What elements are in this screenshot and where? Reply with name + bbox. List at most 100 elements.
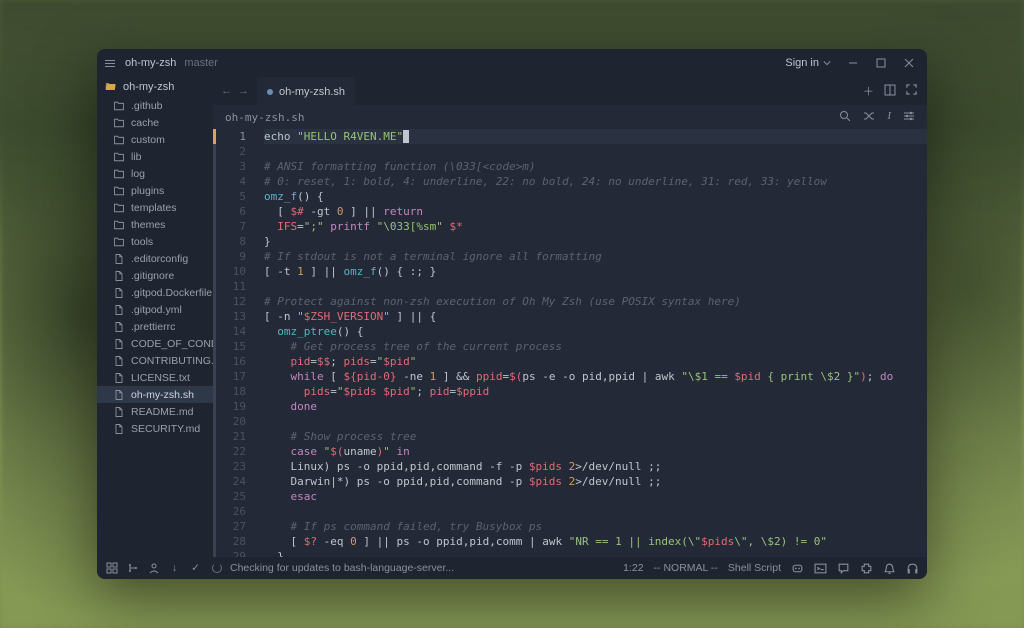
file-tree-item[interactable]: .editorconfig [97,250,213,267]
chat-icon[interactable] [837,562,850,575]
folder-icon [113,100,125,112]
minimize-button[interactable] [841,51,865,75]
file-tree-label: tools [131,236,153,248]
editor-area: ← → oh-my-zsh.sh ＋ oh-my-zsh.sh [213,77,927,557]
file-tree-label: CODE_OF_CONDUCT.m [131,338,213,350]
status-message: Checking for updates to bash-language-se… [230,562,454,574]
file-tree-label: .gitignore [131,270,174,282]
file-tree-label: cache [131,117,159,129]
close-button[interactable] [897,51,921,75]
file-type[interactable]: Shell Script [728,562,781,574]
file-tree-label: templates [131,202,177,214]
file-tree-item[interactable]: .gitpod.Dockerfile [97,284,213,301]
file-icon [113,355,125,367]
file-tree-label: oh-my-zsh.sh [131,389,194,401]
tab-bar: ← → oh-my-zsh.sh ＋ [213,77,927,105]
vim-mode: -- NORMAL -- [654,562,718,574]
folder-icon [113,219,125,231]
file-icon [113,287,125,299]
file-icon [113,270,125,282]
file-tree-item[interactable]: tools [97,233,213,250]
folder-icon [113,202,125,214]
file-icon [113,338,125,350]
file-icon [113,372,125,384]
shuffle-icon[interactable] [863,110,875,125]
file-tree-item[interactable]: .github [97,97,213,114]
file-tree-item[interactable]: log [97,165,213,182]
copilot-icon[interactable] [791,562,804,575]
text-cursor [403,130,409,143]
menu-button[interactable] [103,58,117,69]
folder-icon [113,151,125,163]
file-tree-item[interactable]: themes [97,216,213,233]
folder-open-icon [105,81,117,93]
tab-oh-my-zsh[interactable]: oh-my-zsh.sh [257,77,355,105]
file-icon [113,253,125,265]
chevron-down-icon [823,59,831,67]
file-tree-label: .editorconfig [131,253,188,265]
modified-indicator-icon [267,89,273,95]
cursor-icon[interactable]: I [887,110,891,125]
code-editor[interactable]: 1234567891011121314151617181920212223242… [213,129,927,557]
folder-icon [113,168,125,180]
line-gutter: 1234567891011121314151617181920212223242… [216,129,256,557]
file-tree-item[interactable]: CONTRIBUTING.md [97,352,213,369]
breadcrumb-bar: oh-my-zsh.sh I [213,105,927,129]
file-tree-label: CONTRIBUTING.md [131,355,213,367]
cursor-position[interactable]: 1:22 [623,562,643,574]
file-tree-label: custom [131,134,165,146]
file-icon [113,304,125,316]
file-tree-item[interactable]: oh-my-zsh.sh [97,386,213,403]
new-tab-button[interactable]: ＋ [863,83,874,99]
check-icon[interactable]: ✓ [189,562,202,575]
file-tree-item[interactable]: plugins [97,182,213,199]
bell-icon[interactable] [883,562,896,575]
project-title: oh-my-zsh [125,57,176,69]
spinner-icon [212,563,222,573]
file-tree-item[interactable]: templates [97,199,213,216]
file-tree-item[interactable]: .prettierrc [97,318,213,335]
sign-in-button[interactable]: Sign in [779,55,837,71]
file-tree-label: .gitpod.yml [131,304,182,316]
file-tree-item[interactable]: LICENSE.txt [97,369,213,386]
split-editor-button[interactable] [884,84,896,99]
folder-icon [113,134,125,146]
app-window: oh-my-zsh master Sign in oh-my-zsh .gith… [97,49,927,579]
diagnostics-down-icon[interactable]: ↓ [168,562,181,575]
file-tree-item[interactable]: CODE_OF_CONDUCT.m [97,335,213,352]
person-icon[interactable] [147,562,160,575]
file-tree-item[interactable]: README.md [97,403,213,420]
tree-icon[interactable] [126,562,139,575]
settings-icon[interactable] [903,110,915,125]
file-tree-item[interactable]: cache [97,114,213,131]
file-tree-item[interactable]: lib [97,148,213,165]
nav-back-button[interactable]: ← [219,83,234,99]
file-tree-label: .github [131,100,163,112]
code-content[interactable]: echo "HELLO R4VEN.ME"# ANSI formatting f… [256,129,927,557]
file-icon [113,423,125,435]
file-tree-label: log [131,168,145,180]
headphones-icon[interactable] [906,562,919,575]
file-tree-item[interactable]: custom [97,131,213,148]
file-icon [113,406,125,418]
git-branch[interactable]: master [184,57,218,69]
explorer-root[interactable]: oh-my-zsh [97,77,213,97]
file-tree-item[interactable]: .gitignore [97,267,213,284]
project-panel-icon[interactable] [105,562,118,575]
file-explorer: oh-my-zsh .github cache custom lib log plugin… [97,77,213,557]
status-bar: ↓ ✓ Checking for updates to bash-languag… [97,557,927,579]
file-tree-label: plugins [131,185,164,197]
file-tree-label: README.md [131,406,193,418]
file-tree-item[interactable]: SECURITY.md [97,420,213,437]
file-tree-label: SECURITY.md [131,423,200,435]
folder-icon [113,185,125,197]
file-path[interactable]: oh-my-zsh.sh [225,111,304,124]
file-tree-item[interactable]: .gitpod.yml [97,301,213,318]
search-icon[interactable] [839,110,851,125]
file-tree-label: lib [131,151,142,163]
extensions-icon[interactable] [860,562,873,575]
terminal-icon[interactable] [814,562,827,575]
maximize-button[interactable] [869,51,893,75]
fullscreen-button[interactable] [906,84,917,98]
nav-forward-button[interactable]: → [236,83,251,99]
